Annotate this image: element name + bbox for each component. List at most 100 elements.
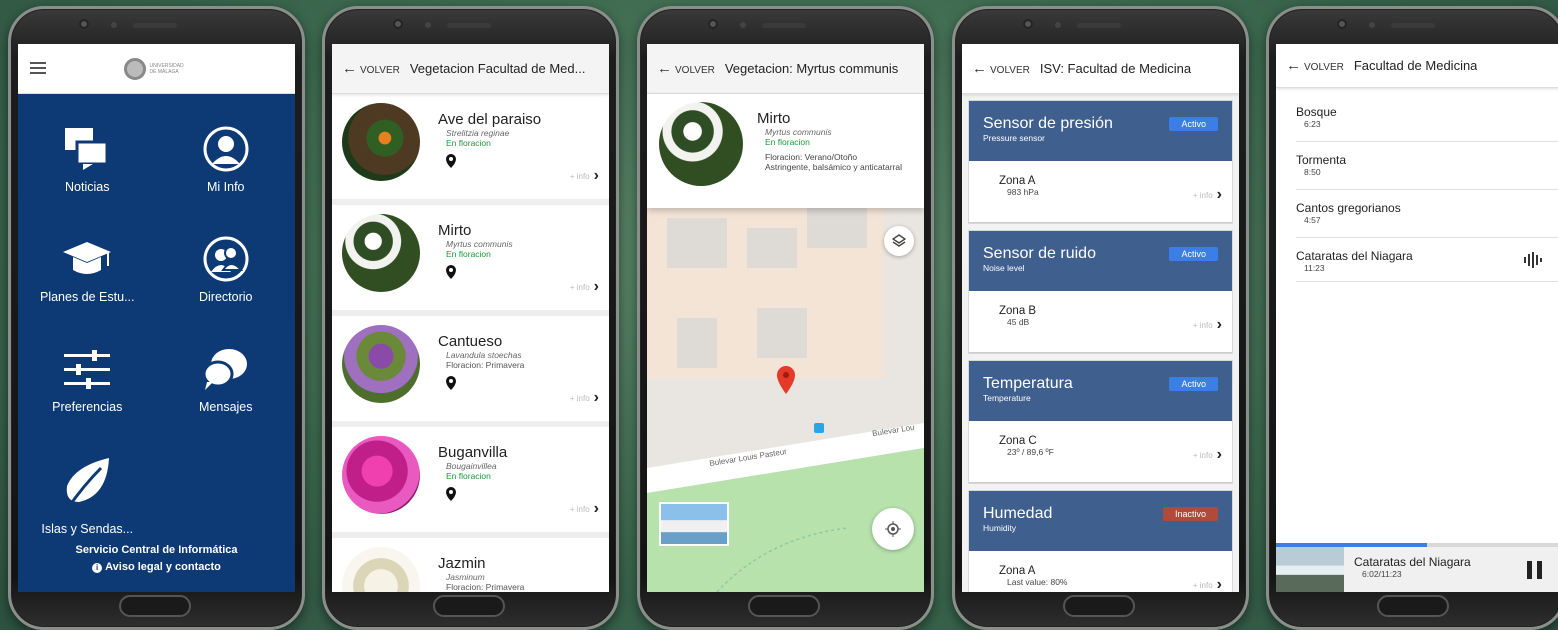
map-building [667, 218, 727, 268]
location-pin-icon[interactable] [446, 154, 541, 173]
top-bar: UNIVERSIDAD DE MÁLAGA [18, 44, 295, 94]
screen-sensors: ← VOLVER ISV: Facultad de Medicina Sensor… [962, 44, 1239, 592]
status-badge: Inactivo [1162, 507, 1218, 521]
more-info-button[interactable]: + info › [1193, 316, 1222, 334]
list-item-plant[interactable]: Ave del paraiso Strelitzia reginae En flor… [332, 94, 609, 205]
list-item-track[interactable]: Cantos gregorianos 4:57 [1296, 190, 1558, 238]
home-button[interactable] [1377, 595, 1449, 617]
news-icon [65, 128, 109, 170]
chevron-right-icon: › [1216, 316, 1222, 333]
pause-button[interactable] [1527, 561, 1543, 579]
location-pin-icon[interactable] [446, 265, 513, 284]
sensor-card[interactable]: Humedad Humidity Inactivo Zona A Last value… [968, 490, 1233, 592]
phone-audio: ← VOLVER Facultad de Medicina Bosque 6:23 … [1266, 6, 1558, 630]
tile-directorio[interactable]: Directorio [157, 236, 296, 304]
my-location-button[interactable] [872, 508, 914, 550]
list-item-plant[interactable]: Buganvilla Bougainvillea En floracion + in… [332, 427, 609, 538]
home-button[interactable] [748, 595, 820, 617]
more-info-button[interactable]: + info › [570, 278, 599, 296]
top-bar: ← VOLVER Vegetacion Facultad de Med... [332, 44, 609, 94]
more-info-button[interactable]: + info › [1193, 186, 1222, 204]
more-info-button[interactable]: + info › [1193, 576, 1222, 592]
logo-icon [123, 57, 146, 80]
sensor-card[interactable]: Sensor de presión Pressure sensor Activo Z… [968, 100, 1233, 224]
back-button[interactable]: ← VOLVER [342, 60, 400, 77]
map-view[interactable]: Bulevar Louis Pasteur Bulevar Lou [647, 208, 924, 592]
menu-icon[interactable] [30, 62, 46, 74]
sensor-card[interactable]: Temperatura Temperature Activo Zona C 23º /… [968, 360, 1233, 484]
camera [79, 19, 89, 29]
info-icon: i [92, 563, 103, 573]
list-item-plant[interactable]: Mirto Myrtus communis En floracion + info › [332, 205, 609, 316]
list-item-track[interactable]: Tormenta 8:50 [1296, 142, 1558, 190]
layers-button[interactable] [884, 226, 914, 256]
tile-preferencias[interactable]: Preferencias [18, 346, 157, 414]
bus-stop-icon [814, 423, 824, 433]
home-panel: Noticias Mi Info Planes de Estu... Direc… [18, 94, 295, 592]
back-button[interactable]: ← VOLVER [657, 60, 715, 77]
location-pin-icon[interactable] [446, 376, 524, 395]
track-list: Bosque 6:23 Tormenta 8:50 Cantos gregorian… [1276, 88, 1558, 282]
home-button[interactable] [1063, 595, 1135, 617]
chevron-right-icon: › [593, 389, 599, 406]
more-info-button[interactable]: + info › [570, 500, 599, 518]
chevron-right-icon: › [593, 167, 599, 184]
university-logo: UNIVERSIDAD DE MÁLAGA [123, 57, 190, 80]
map-marker-icon[interactable] [777, 366, 795, 399]
home-button[interactable] [119, 595, 191, 617]
plant-photo [659, 102, 743, 186]
tile-mi-info[interactable]: Mi Info [157, 126, 296, 194]
list-item-track[interactable]: Cataratas del Niagara 11:23 [1296, 238, 1558, 282]
chevron-right-icon: › [593, 278, 599, 295]
status-badge: Activo [1169, 377, 1218, 391]
more-info-button[interactable]: + info › [1193, 446, 1222, 464]
phone-plant-detail: ← VOLVER Vegetacion: Myrtus communis Mirt… [637, 6, 934, 630]
tile-mensajes[interactable]: Mensajes [157, 346, 296, 414]
more-info-button[interactable]: + info › [570, 167, 599, 185]
back-button[interactable]: ← VOLVER [1286, 57, 1344, 74]
screen-plant-detail: ← VOLVER Vegetacion: Myrtus communis Mirt… [647, 44, 924, 592]
list-item-plant[interactable]: Cantueso Lavandula stoechas Floracion: Pri… [332, 316, 609, 427]
back-button[interactable]: ← VOLVER [972, 60, 1030, 77]
plant-photo [342, 436, 420, 514]
chevron-right-icon: › [1216, 186, 1222, 203]
top-bar: ← VOLVER Facultad de Medicina [1276, 44, 1558, 88]
chat-icon [202, 349, 247, 390]
status-badge: Activo [1169, 247, 1218, 261]
chevron-right-icon: › [1216, 576, 1222, 592]
sensor-card[interactable]: Sensor de ruido Noise level Activo Zona B4… [968, 230, 1233, 354]
chevron-right-icon: › [593, 500, 599, 517]
screen-home: UNIVERSIDAD DE MÁLAGA Noticias Mi Info P… [18, 44, 295, 592]
map-building [807, 208, 867, 248]
home-button[interactable] [433, 595, 505, 617]
map-building [757, 308, 807, 358]
tile-noticias[interactable]: Noticias [18, 126, 157, 194]
page-title: Vegetacion: Myrtus communis [724, 61, 899, 76]
chevron-right-icon: › [1216, 446, 1222, 463]
more-info-button[interactable]: + info › [570, 389, 599, 407]
arrow-left-icon: ← [657, 60, 672, 77]
tile-planes[interactable]: Planes de Estu... [18, 236, 157, 304]
page-title: Vegetacion Facultad de Med... [409, 61, 586, 76]
layers-icon [892, 234, 906, 247]
plant-header: Mirto Myrtus communis En floracion Flora… [647, 94, 924, 208]
player-thumbnail [1276, 547, 1344, 592]
list-item-track[interactable]: Bosque 6:23 [1296, 94, 1558, 142]
phone-home: UNIVERSIDAD DE MÁLAGA Noticias Mi Info P… [8, 6, 305, 630]
legal-link[interactable]: i Aviso legal y contacto [18, 559, 295, 576]
thumbnail-photo[interactable] [659, 502, 729, 546]
page-title: ISV: Facultad de Medicina [1039, 61, 1192, 76]
location-pin-icon[interactable] [446, 487, 507, 506]
list-item-plant[interactable]: Jazmin Jasminum Floracion: Primavera [332, 538, 609, 592]
my-location-icon [885, 521, 901, 537]
phone-vegetation-list: ← VOLVER Vegetacion Facultad de Med... Av… [322, 6, 619, 630]
screen-audio: ← VOLVER Facultad de Medicina Bosque 6:23 … [1276, 44, 1558, 592]
map-building [747, 228, 797, 268]
plant-photo [342, 214, 420, 292]
plant-photo [342, 103, 420, 181]
arrow-left-icon: ← [1286, 57, 1301, 74]
graduation-cap-icon [63, 242, 112, 274]
home-footer: Servicio Central de Informática i Aviso l… [18, 542, 295, 576]
tile-islas[interactable]: Islas y Sendas... [18, 456, 157, 536]
page-title: Facultad de Medicina [1353, 58, 1478, 73]
